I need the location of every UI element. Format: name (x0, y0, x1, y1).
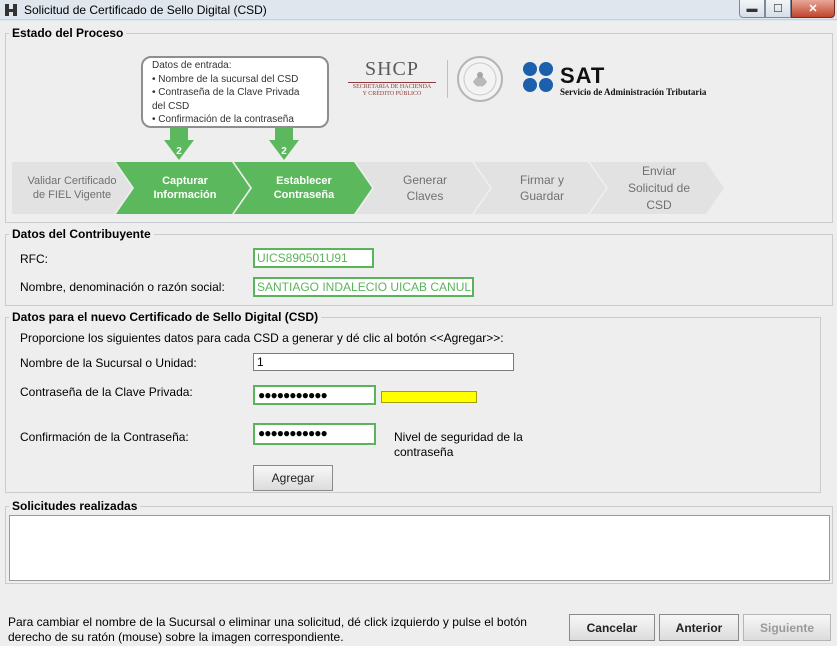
step-marker-establecer: 2 (269, 128, 299, 160)
branch-name-label: Nombre de la Sucursal o Unidad: (20, 356, 197, 370)
password-strength-bar (381, 391, 477, 403)
branch-name-input[interactable]: 1 (253, 353, 514, 371)
rfc-value: UICS890501U91 (253, 248, 374, 268)
maximize-button[interactable]: ☐ (765, 0, 791, 18)
callout-line: • Confirmación de la contraseña (152, 114, 294, 125)
mexico-seal-icon (457, 56, 503, 102)
name-label: Nombre, denominación o razón social: (20, 280, 225, 294)
callout-line: • Contraseña de la Clave Privada (152, 87, 300, 98)
instructions-text: Proporcione los siguientes datos para ca… (20, 331, 504, 345)
private-key-password-label: Contraseña de la Clave Privada: (20, 385, 193, 399)
sat-logo: SAT Servicio de Administración Tributari… (522, 61, 722, 97)
back-button[interactable]: Anterior (659, 614, 739, 641)
step-marker-capturar: 2 (164, 128, 194, 160)
name-value: SANTIAGO INDALECIO UICAB CANUL (253, 277, 474, 297)
logo-divider (447, 60, 448, 98)
password-confirm-label: Confirmación de la Contraseña: (20, 430, 189, 444)
window-title: Solicitud de Certificado de Sello Digita… (24, 3, 267, 17)
sat-logo-text: SAT (560, 63, 606, 88)
password-confirm-input[interactable]: ●●●●●●●●●●● (253, 423, 376, 445)
taxpayer-group-title: Datos del Contribuyente (9, 227, 154, 241)
process-group-title: Estado del Proceso (9, 26, 127, 40)
add-button[interactable]: Agregar (253, 465, 333, 491)
shcp-logo-text: SHCP (364, 58, 420, 80)
input-data-callout: Datos de entrada: • Nombre de la sucursa… (141, 56, 329, 128)
window-controls: ▬ ☐ ✕ (739, 0, 835, 18)
minimize-button[interactable]: ▬ (739, 0, 765, 18)
app-icon (4, 3, 18, 17)
footer-help-text: Para cambiar el nombre de la Sucursal o … (8, 615, 527, 644)
shcp-logo-subtitle: SECRETARÍA DE HACIENDA Y CRÉDITO PÚBLICO (352, 84, 432, 97)
next-button[interactable]: Siguiente (743, 614, 831, 641)
new-csd-group-title: Datos para el nuevo Certificado de Sello… (9, 310, 322, 324)
requests-list[interactable] (9, 515, 830, 581)
cancel-button[interactable]: Cancelar (569, 614, 655, 641)
title-bar: Solicitud de Certificado de Sello Digita… (0, 0, 837, 20)
requests-group-title: Solicitudes realizadas (9, 499, 141, 513)
step-capturar-label: Capturar Información (153, 175, 217, 201)
close-button[interactable]: ✕ (791, 0, 835, 18)
callout-line: • Nombre de la sucursal del CSD (152, 73, 299, 85)
process-steps: Validar Certificado de FIEL Vigente Capt… (12, 162, 724, 214)
sat-logo-subtitle: Servicio de Administración Tributaria (560, 87, 707, 97)
step-generar-label: Generar Claves (402, 173, 448, 203)
step-establecer-label: Establecer Contraseña (273, 175, 335, 201)
step-validar-label: Validar Certificado de FIEL Vigente (27, 175, 117, 201)
callout-line: Datos de entrada: (152, 60, 232, 71)
shcp-logo: SHCP SECRETARÍA DE HACIENDA Y CRÉDITO PÚ… (342, 58, 442, 98)
step-marker-number: 2 (281, 146, 287, 157)
sat-dots-icon (523, 62, 553, 92)
rfc-label: RFC: (20, 252, 48, 266)
private-key-password-input[interactable]: ●●●●●●●●●●● (253, 385, 376, 405)
callout-line: del CSD (152, 100, 190, 112)
password-strength-label: Nivel de seguridad de la contraseña (394, 430, 523, 459)
step-enviar-label: Enviar Solicitud de CSD (627, 163, 691, 212)
step-firmar-label: Firmar y Guardar (519, 173, 565, 203)
step-marker-number: 2 (176, 146, 182, 157)
